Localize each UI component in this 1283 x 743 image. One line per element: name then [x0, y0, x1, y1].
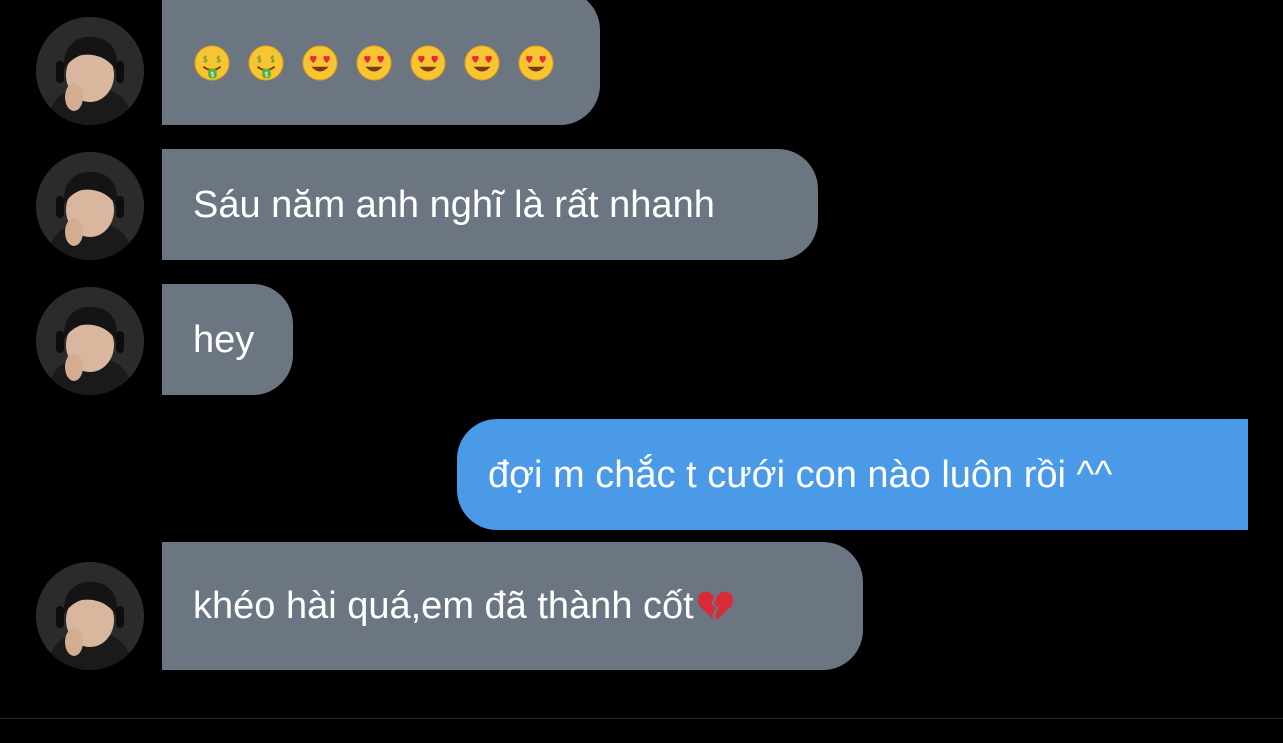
- broken-heart-icon: [696, 587, 734, 625]
- contact-avatar[interactable]: [36, 287, 144, 395]
- heart-eyes-face-icon: [355, 44, 393, 82]
- message-text: hey: [193, 318, 255, 361]
- contact-avatar[interactable]: [36, 17, 144, 125]
- received-message-bubble[interactable]: Sáu năm anh nghĩ là rất nhanh: [162, 149, 818, 260]
- received-message-bubble[interactable]: $ $ $ $ $ $: [162, 0, 600, 125]
- contact-avatar[interactable]: [36, 152, 144, 260]
- svg-text:$: $: [216, 55, 221, 65]
- svg-text:$: $: [203, 55, 208, 65]
- message-text: Sáu năm anh nghĩ là rất nhanh: [193, 183, 715, 226]
- received-message-bubble[interactable]: khéo hài quá,em đã thành cốt: [162, 542, 863, 670]
- heart-eyes-face-icon: [517, 44, 555, 82]
- money-mouth-face-icon: $ $ $: [193, 44, 231, 82]
- heart-eyes-face-icon: [409, 44, 447, 82]
- sent-message-bubble[interactable]: đợi m chắc t cưới con nào luôn rồi ^^: [457, 419, 1248, 530]
- svg-text:$: $: [270, 55, 275, 65]
- heart-eyes-face-icon: [463, 44, 501, 82]
- message-text: đợi m chắc t cưới con nào luôn rồi ^^: [488, 453, 1113, 496]
- contact-avatar[interactable]: [36, 562, 144, 670]
- received-message-bubble[interactable]: hey: [162, 284, 293, 395]
- svg-text:$: $: [257, 55, 262, 65]
- money-mouth-face-icon: $ $ $: [247, 44, 285, 82]
- message-text: khéo hài quá,em đã thành cốt: [193, 585, 694, 627]
- composer-divider: [0, 718, 1283, 719]
- svg-text:$: $: [264, 70, 268, 78]
- svg-text:$: $: [210, 70, 214, 78]
- heart-eyes-face-icon: [301, 44, 339, 82]
